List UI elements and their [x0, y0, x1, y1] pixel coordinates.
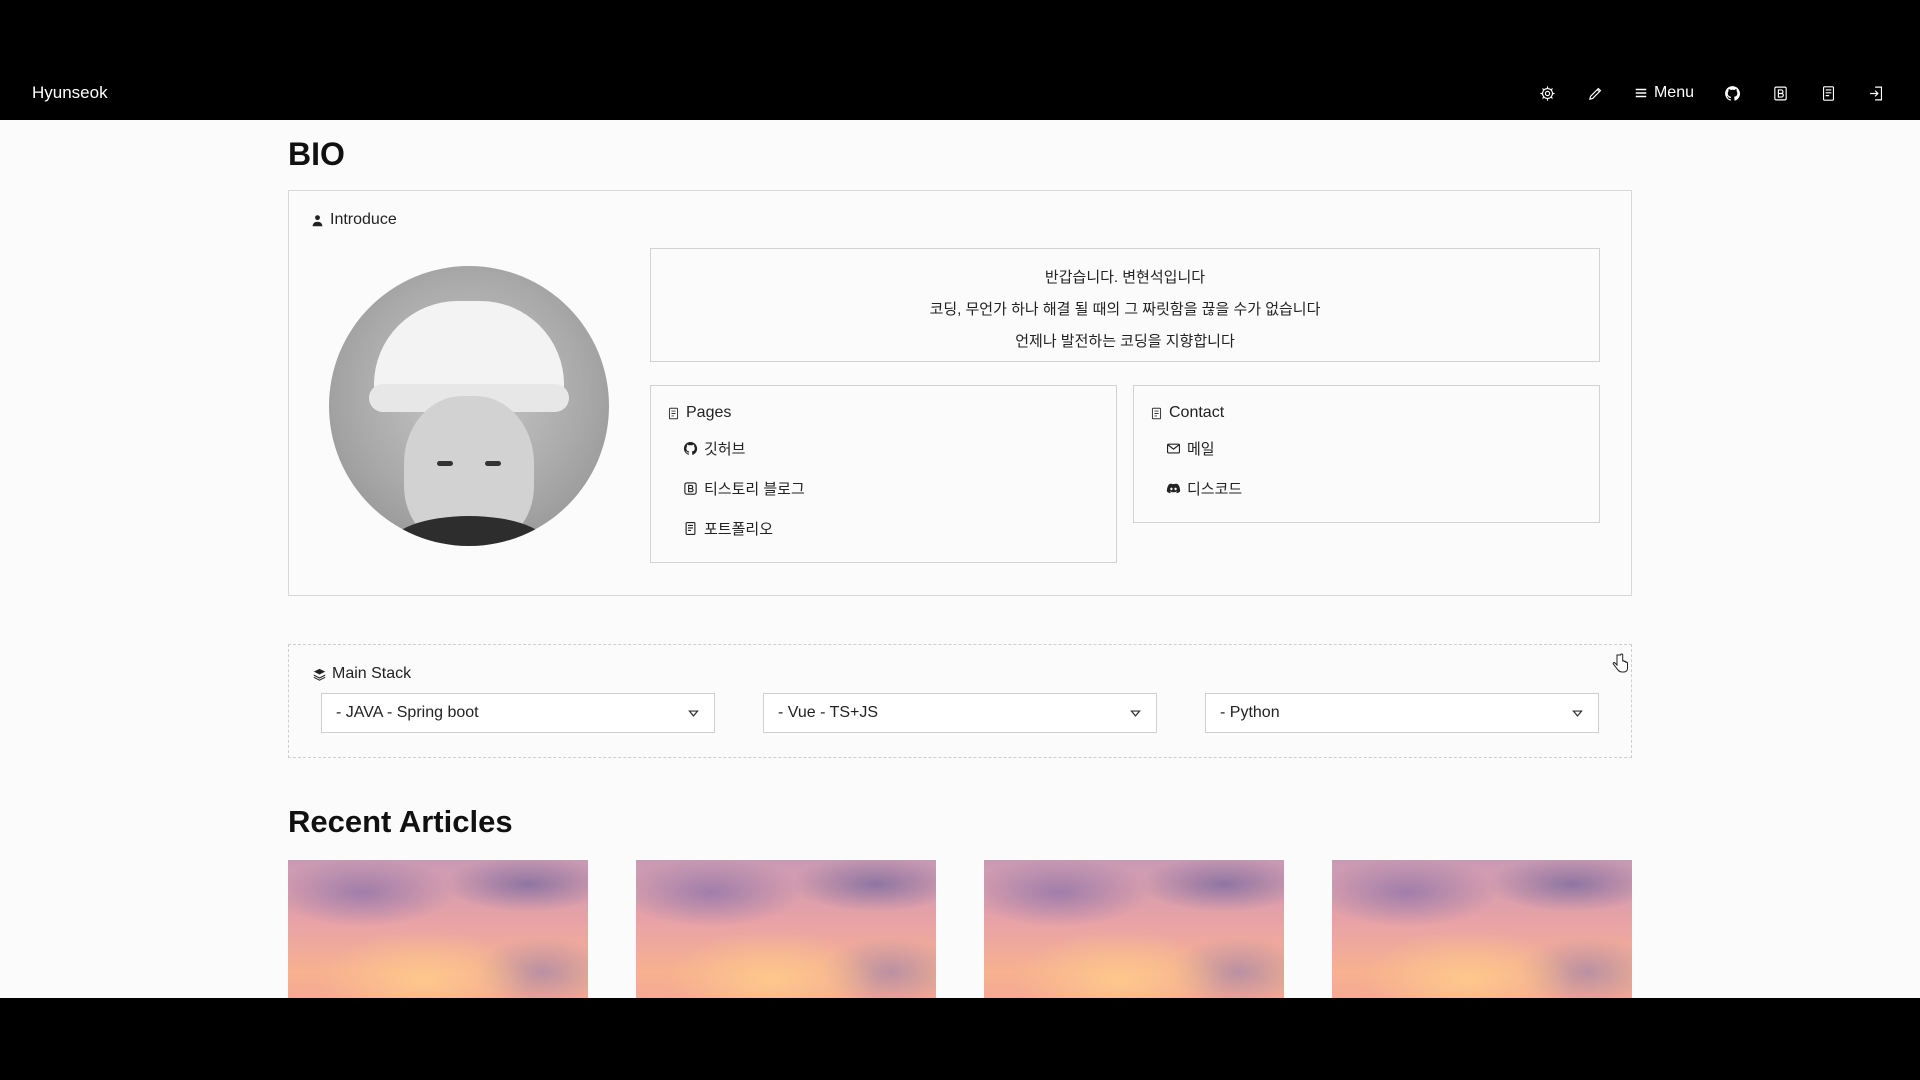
- pages-list: 깃허브 티스토리 블로그 포트폴리오: [667, 428, 1100, 548]
- contact-link-discord-label: 디스코드: [1187, 480, 1243, 498]
- contact-link-mail-label: 메일: [1187, 440, 1215, 458]
- pages-link-tistory[interactable]: 티스토리 블로그: [667, 468, 1100, 508]
- menu-icon: [1635, 88, 1647, 98]
- article-thumbnail-1[interactable]: [288, 860, 588, 998]
- pages-header: Pages: [667, 404, 1100, 422]
- article-thumbnail-3[interactable]: [984, 860, 1284, 998]
- github-nav-button[interactable]: [1708, 66, 1756, 120]
- introduce-label: Introduce: [330, 211, 397, 228]
- layers-icon: [313, 668, 326, 681]
- blog-b-icon: [1773, 86, 1787, 100]
- main-stack-label: Main Stack: [332, 665, 412, 682]
- contact-header: Contact: [1150, 404, 1583, 422]
- navbar: Hyunseok Menu: [0, 66, 1920, 120]
- document-icon: [1151, 407, 1162, 419]
- pointer-cursor-icon: [1612, 653, 1628, 673]
- recent-articles-title: Recent Articles: [288, 804, 513, 839]
- introduce-card: Introduce 반갑습니다. 변현석입니다 코딩, 무언가 하나 해결 될 …: [288, 190, 1632, 596]
- chevron-down-icon: [688, 709, 699, 717]
- stack-select-java[interactable]: - JAVA - Spring boot: [321, 693, 715, 733]
- user-icon: [312, 214, 323, 226]
- document-icon: [1822, 85, 1834, 101]
- document-icon: [685, 521, 696, 535]
- gear-icon: [1540, 85, 1556, 101]
- settings-button[interactable]: [1524, 66, 1572, 120]
- main-stack-header: Main Stack: [313, 665, 411, 683]
- github-icon: [683, 441, 698, 455]
- contact-box: Contact 메일 디스코드: [1133, 385, 1600, 523]
- page-content: BIO Introduce 반갑습니다. 변현석입니다 코딩, 무언가 하나 해…: [0, 120, 1920, 998]
- avatar-eye-left: [437, 461, 453, 466]
- login-button[interactable]: [1852, 66, 1900, 120]
- write-button[interactable]: [1572, 66, 1620, 120]
- chevron-down-icon: [1130, 709, 1141, 717]
- article-thumbnail-4[interactable]: [1332, 860, 1632, 998]
- article-thumbnail-2[interactable]: [636, 860, 936, 998]
- letterbox-top: [0, 0, 1920, 66]
- pages-link-portfolio-label: 포트폴리오: [704, 520, 774, 538]
- login-icon: [1869, 86, 1882, 100]
- avatar-eye-right: [485, 461, 501, 466]
- contact-link-mail[interactable]: 메일: [1150, 428, 1583, 468]
- contact-label: Contact: [1169, 404, 1225, 421]
- contact-list: 메일 디스코드: [1150, 428, 1583, 508]
- brand-link[interactable]: Hyunseok: [32, 66, 108, 120]
- letterbox-bottom: [0, 998, 1920, 1080]
- blog-b-icon: [684, 481, 697, 495]
- stack-select-java-value: - JAVA - Spring boot: [336, 704, 479, 721]
- portfolio-nav-button[interactable]: [1804, 66, 1852, 120]
- menu-label: Menu: [1653, 84, 1694, 101]
- pages-link-github[interactable]: 깃허브: [667, 428, 1100, 468]
- greeting-box: 반갑습니다. 변현석입니다 코딩, 무언가 하나 해결 될 때의 그 짜릿함을 …: [650, 248, 1600, 362]
- greeting-line-1: 반갑습니다. 변현석입니다: [1044, 269, 1206, 286]
- github-icon: [1724, 85, 1740, 101]
- pages-link-github-label: 깃허브: [704, 440, 746, 458]
- pencil-icon: [1589, 87, 1602, 100]
- profile-avatar: [329, 266, 609, 546]
- stack-select-python[interactable]: - Python: [1205, 693, 1599, 733]
- menu-button[interactable]: Menu: [1620, 66, 1708, 120]
- stack-select-vue-value: - Vue - TS+JS: [778, 704, 879, 721]
- document-icon: [668, 407, 679, 419]
- pages-link-portfolio[interactable]: 포트폴리오: [667, 508, 1100, 548]
- greeting-line-2: 코딩, 무언가 하나 해결 될 때의 그 짜릿함을 끊을 수가 없습니다: [929, 301, 1321, 318]
- pages-link-tistory-label: 티스토리 블로그: [704, 480, 805, 498]
- navbar-actions: Menu: [1524, 66, 1900, 120]
- stack-select-python-value: - Python: [1220, 704, 1280, 721]
- main-stack-card: Main Stack - JAVA - Spring boot - Vue - …: [288, 644, 1632, 758]
- stack-select-vue[interactable]: - Vue - TS+JS: [763, 693, 1157, 733]
- bio-title: BIO: [288, 136, 345, 172]
- introduce-header: Introduce: [311, 211, 397, 229]
- chevron-down-icon: [1572, 709, 1583, 717]
- discord-icon: [1166, 483, 1181, 493]
- pages-box: Pages 깃허브 티스토리 블로그 포트폴리오: [650, 385, 1117, 563]
- pages-label: Pages: [686, 404, 732, 421]
- greeting-line-3: 언제나 발전하는 코딩을 지향합니다: [1015, 333, 1235, 350]
- mail-icon: [1167, 443, 1180, 453]
- contact-link-discord[interactable]: 디스코드: [1150, 468, 1583, 508]
- blog-nav-button[interactable]: [1756, 66, 1804, 120]
